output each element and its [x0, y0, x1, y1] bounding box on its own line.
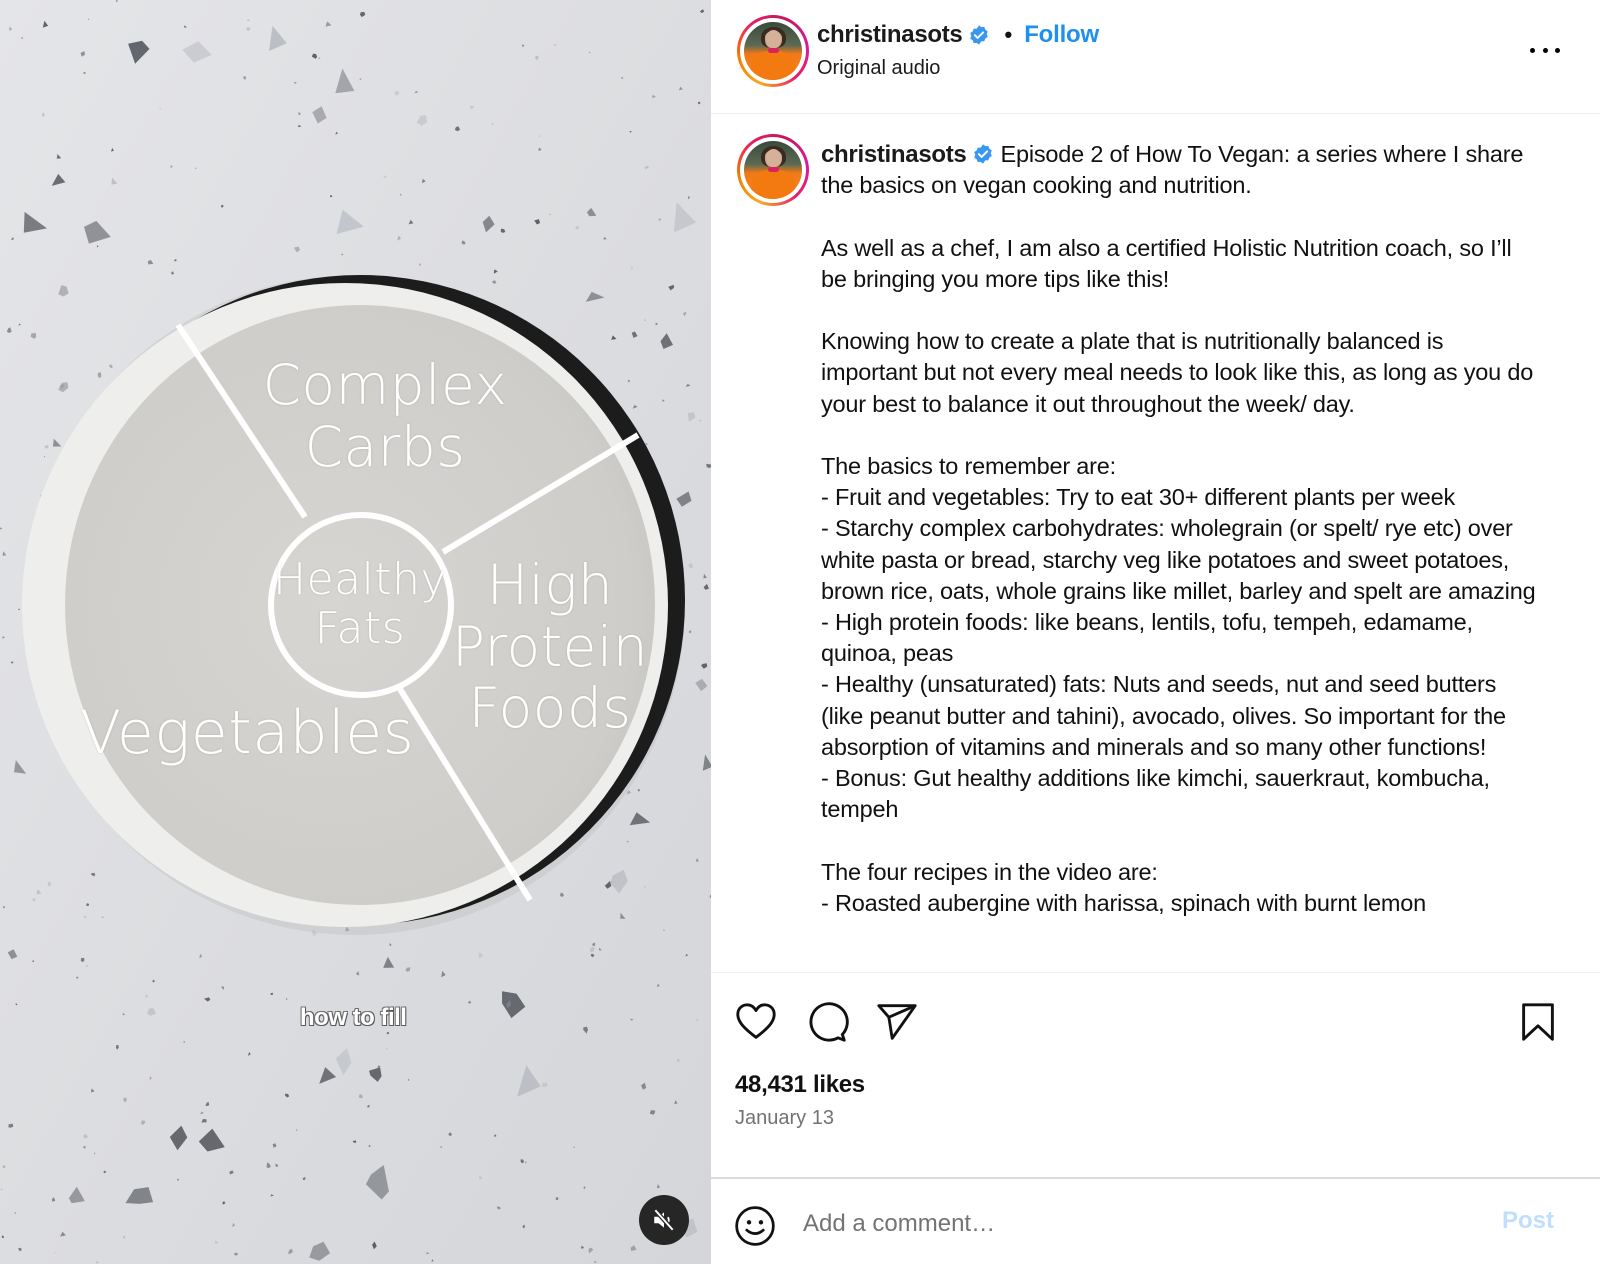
- comment-composer: Post: [711, 1177, 1600, 1264]
- post-date[interactable]: January 13: [735, 1107, 834, 1130]
- smiley-icon[interactable]: [733, 1204, 777, 1248]
- caption-paragraph: The basics to remember are:: [821, 452, 1116, 479]
- caption-paragraph: Knowing how to create a plate that is nu…: [821, 328, 1534, 417]
- bookmark-icon[interactable]: [1515, 999, 1561, 1045]
- post-comment-button[interactable]: Post: [1502, 1207, 1554, 1235]
- paper-plane-icon[interactable]: [874, 999, 920, 1045]
- author-username[interactable]: christinasots: [817, 21, 963, 49]
- caption-paragraph: As well as a chef, I am also a certified…: [821, 234, 1512, 292]
- label-high-protein-foods: High Protein Foods: [451, 553, 649, 741]
- author-avatar[interactable]: [737, 15, 809, 87]
- post-header: christinasots • Follow Original audio: [711, 0, 1600, 114]
- label-vegetables: Vegetables: [80, 698, 415, 768]
- separator-dot: •: [1004, 22, 1013, 47]
- comment-bubble-icon[interactable]: [804, 999, 850, 1045]
- caption-list-item: - Healthy (unsaturated) fats: Nuts and s…: [821, 671, 1506, 760]
- post-actions: 48,431 likes January 13: [711, 972, 1600, 1152]
- caption-list-item: - Bonus: Gut healthy additions like kimc…: [821, 765, 1490, 823]
- heart-icon[interactable]: [733, 999, 779, 1045]
- follow-button[interactable]: Follow: [1024, 21, 1099, 49]
- comment-input[interactable]: [803, 1201, 1463, 1247]
- audio-link[interactable]: Original audio: [817, 57, 940, 80]
- verified-badge-icon: [970, 25, 989, 45]
- more-options-button[interactable]: [1530, 40, 1560, 60]
- label-healthy-fats: Healthy Fats: [272, 554, 448, 655]
- speaker-muted-icon: [653, 1208, 675, 1232]
- caption-scroll-area[interactable]: christinasots Episode 2 of How To Vegan: …: [711, 114, 1600, 972]
- likes-count[interactable]: 48,431 likes: [735, 1071, 865, 1099]
- caption-author-avatar[interactable]: [737, 134, 809, 206]
- verified-badge-icon: [974, 144, 993, 164]
- caption-paragraph: The four recipes in the video are:: [821, 858, 1158, 885]
- caption-username[interactable]: christinasots: [821, 141, 967, 168]
- caption-list-item: - Roasted aubergine with harissa, spinac…: [821, 889, 1426, 916]
- caption-list-item: - Fruit and vegetables: Try to eat 30+ d…: [821, 484, 1456, 511]
- post-details-panel: christinasots • Follow Original audio ch…: [711, 0, 1600, 1264]
- more-horizontal-icon: [1530, 47, 1535, 53]
- caption-list-item: - Starchy complex carbohydrates: wholegr…: [821, 515, 1536, 604]
- video-player[interactable]: Complex Carbs Healthy Fats High Protein …: [0, 0, 711, 1264]
- label-complex-carbs: Complex Carbs: [262, 353, 508, 479]
- video-overlay-caption: how to fill: [300, 1004, 407, 1031]
- caption-list-item: - High protein foods: like beans, lentil…: [821, 609, 1473, 667]
- post-caption: christinasots Episode 2 of How To Vegan: …: [821, 139, 1541, 919]
- mute-toggle-button[interactable]: [639, 1195, 689, 1245]
